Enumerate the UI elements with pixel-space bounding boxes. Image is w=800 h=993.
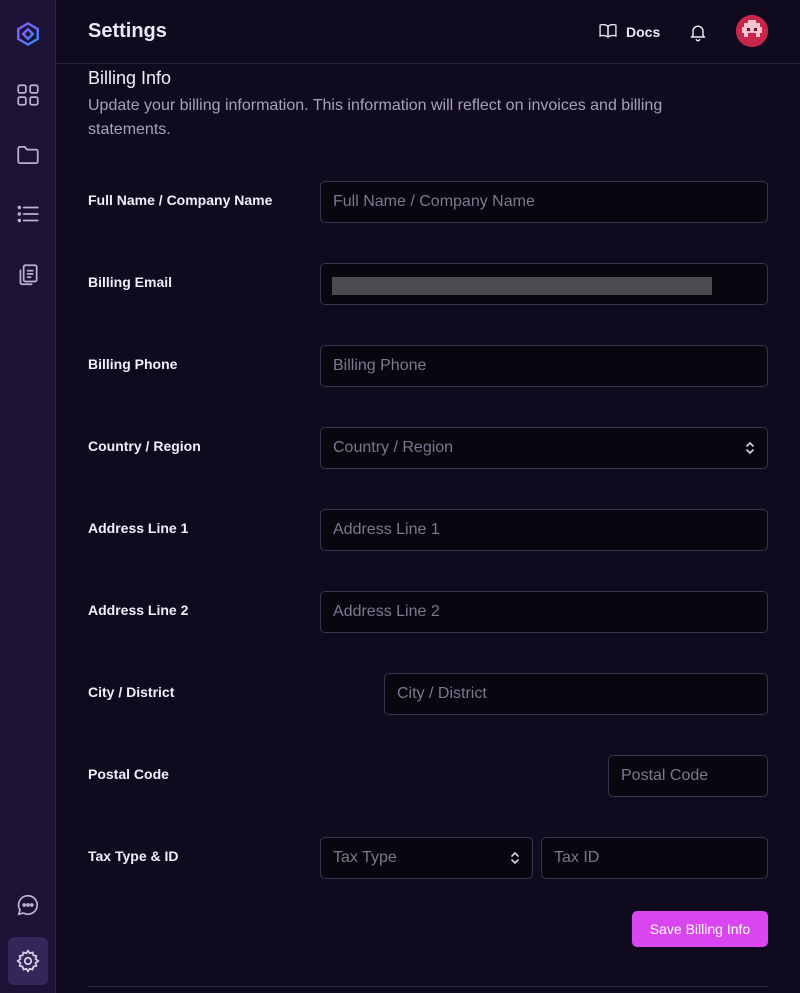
country-select[interactable]: Country / Region — [320, 427, 768, 469]
save-billing-info-button[interactable]: Save Billing Info — [632, 911, 768, 947]
address-line-1-input[interactable] — [320, 509, 768, 551]
tax-type-value: Tax Type — [320, 837, 533, 879]
docs-label: Docs — [626, 24, 661, 40]
page-title: Settings — [88, 20, 167, 42]
avatar[interactable] — [736, 15, 768, 47]
folder-icon[interactable] — [10, 137, 46, 173]
grid-icon[interactable] — [10, 77, 46, 113]
book-icon — [598, 21, 618, 44]
full-name-label: Full Name / Company Name — [88, 192, 273, 208]
tax-id-input[interactable] — [541, 837, 768, 879]
billing-phone-input[interactable] — [320, 345, 768, 387]
redacted-email — [332, 277, 712, 295]
docs-link[interactable]: Docs — [598, 20, 660, 44]
divider — [88, 986, 768, 987]
section-title: Billing Info — [88, 68, 172, 88]
chat-icon[interactable] — [10, 887, 46, 923]
full-name-input[interactable] — [320, 181, 768, 223]
postal-code-input[interactable] — [608, 755, 768, 797]
logo-icon[interactable] — [10, 16, 46, 52]
billing-phone-label: Billing Phone — [88, 356, 178, 372]
billing-email-input[interactable] — [320, 263, 768, 305]
billing-email-label: Billing Email — [88, 274, 173, 290]
address-line-1-label: Address Line 1 — [88, 520, 189, 536]
gear-icon[interactable] — [8, 937, 48, 985]
list-icon[interactable] — [10, 196, 46, 232]
country-label: Country / Region — [88, 438, 201, 454]
tax-type-select[interactable]: Tax Type — [320, 837, 533, 879]
city-input[interactable] — [384, 673, 768, 715]
address-line-2-label: Address Line 2 — [88, 602, 189, 618]
documents-icon[interactable] — [10, 257, 46, 293]
section-description: Update your billing information. This in… — [88, 97, 663, 138]
bell-icon[interactable] — [688, 22, 708, 47]
top-bar: Settings Docs — [56, 0, 800, 64]
sidebar — [0, 0, 56, 993]
postal-code-label: Postal Code — [88, 766, 169, 782]
address-line-2-input[interactable] — [320, 591, 768, 633]
city-label: City / District — [88, 684, 175, 700]
tax-label: Tax Type & ID — [88, 848, 179, 864]
chevron-updown-icon — [744, 440, 756, 461]
country-select-value: Country / Region — [320, 427, 768, 469]
chevron-updown-icon — [509, 850, 521, 871]
